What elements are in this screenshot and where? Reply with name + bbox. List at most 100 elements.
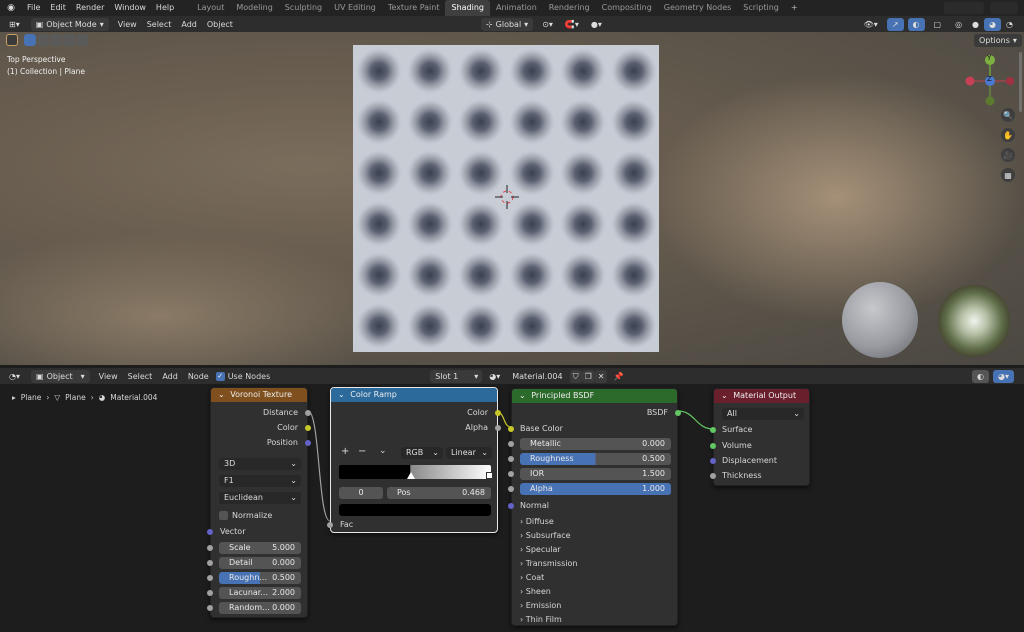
grid-perspective-icon[interactable]: ▦ bbox=[1001, 168, 1015, 182]
collapse-icon[interactable]: ⌄ bbox=[338, 390, 345, 399]
node-overlay-button[interactable]: ◐ bbox=[972, 369, 989, 383]
color-output-socket[interactable] bbox=[305, 425, 311, 431]
menu-window[interactable]: Window bbox=[109, 0, 151, 16]
alpha-output-socket[interactable] bbox=[495, 425, 501, 431]
node-menu-node[interactable]: Node bbox=[183, 372, 214, 381]
scale-input-socket[interactable] bbox=[207, 545, 213, 551]
principled-bsdf-node[interactable]: ⌄ Principled BSDF BSDF Base Color Metall… bbox=[508, 388, 681, 626]
bsdf-output-socket[interactable] bbox=[675, 410, 681, 416]
ramp-menu-button[interactable]: ⌄ bbox=[379, 446, 387, 456]
editor-type-button[interactable]: ⊞▾ bbox=[4, 17, 25, 31]
tab-rendering[interactable]: Rendering bbox=[543, 0, 596, 16]
thickness-input-socket[interactable] bbox=[710, 473, 716, 479]
shading-material-button[interactable]: ◕ bbox=[984, 17, 1002, 31]
overlay-toggle-button[interactable]: ◐ bbox=[907, 17, 925, 31]
panel-diffuse[interactable]: › Diffuse bbox=[520, 515, 577, 529]
metallic-input-socket[interactable] bbox=[508, 441, 514, 447]
select-tool-button[interactable] bbox=[6, 34, 18, 46]
material-browse-button[interactable]: ◕▾ bbox=[484, 369, 506, 383]
select-mode-invert-button[interactable] bbox=[63, 34, 75, 46]
lacunarity-input-socket[interactable] bbox=[207, 590, 213, 596]
displacement-input-socket[interactable] bbox=[710, 458, 716, 464]
detail-field[interactable]: Detail 0.000 bbox=[219, 557, 301, 569]
menu-file[interactable]: File bbox=[22, 0, 45, 16]
lacunarity-field[interactable]: Lacunar... 2.000 bbox=[219, 587, 301, 599]
stop-color-swatch[interactable] bbox=[339, 504, 491, 516]
gizmo-toggle-button[interactable]: ↗ bbox=[886, 17, 904, 31]
select-mode-intersect-button[interactable] bbox=[76, 34, 88, 46]
panel-coat[interactable]: › Coat bbox=[520, 571, 577, 585]
color-ramp-gradient[interactable] bbox=[339, 465, 491, 479]
color-ramp-node[interactable]: ⌄ Color Ramp Color Alpha + − ⌄ RGB ⌄ Line… bbox=[327, 387, 501, 533]
panel-subsurface[interactable]: › Subsurface bbox=[520, 529, 577, 543]
randomness-field[interactable]: Random... 0.000 bbox=[219, 602, 301, 614]
node-menu-select[interactable]: Select bbox=[123, 372, 158, 381]
voronoi-texture-node[interactable]: ⌄ Voronoi Texture Distance Color Positio… bbox=[207, 387, 311, 618]
node-header[interactable]: ⌄ Material Output bbox=[714, 389, 809, 403]
camera-view-icon[interactable]: 🎥 bbox=[1001, 148, 1015, 162]
tab-shading[interactable]: Shading bbox=[445, 0, 490, 16]
object-mode-dropdown[interactable]: ▣ Object Mode ▾ bbox=[30, 17, 109, 31]
roughness-field[interactable]: Roughness 0.500 bbox=[520, 453, 671, 465]
base-color-input-socket[interactable] bbox=[508, 426, 514, 432]
interpolation-dropdown[interactable]: Linear ⌄ bbox=[446, 447, 492, 459]
node-header[interactable]: ⌄ Color Ramp bbox=[331, 388, 497, 402]
ior-field[interactable]: IOR 1.500 bbox=[520, 468, 671, 480]
normal-input-socket[interactable] bbox=[508, 503, 514, 509]
metallic-field[interactable]: Metallic 0.000 bbox=[520, 438, 671, 450]
fac-input-socket[interactable] bbox=[327, 522, 333, 528]
navigation-gizmo[interactable]: Y Z bbox=[963, 54, 1017, 106]
zoom-icon[interactable]: 🔍 bbox=[1001, 108, 1015, 122]
fake-user-shield-icon[interactable]: ⛉ bbox=[569, 369, 582, 383]
tab-uv-editing[interactable]: UV Editing bbox=[328, 0, 382, 16]
panel-sheen[interactable]: › Sheen bbox=[520, 585, 577, 599]
node-header[interactable]: ⌄ Voronoi Texture bbox=[211, 388, 307, 402]
menu-render[interactable]: Render bbox=[71, 0, 109, 16]
surface-input-socket[interactable] bbox=[710, 427, 716, 433]
visibility-button[interactable]: 👁▾ bbox=[858, 17, 883, 31]
tab-modeling[interactable]: Modeling bbox=[230, 0, 278, 16]
menu-help[interactable]: Help bbox=[151, 0, 179, 16]
pin-icon[interactable]: 📌 bbox=[613, 372, 623, 381]
3d-viewport[interactable]: Top Perspective (1) Collection | Plane O… bbox=[0, 32, 1024, 365]
proportional-editing-button[interactable]: ●▾ bbox=[585, 17, 607, 31]
collapse-icon[interactable]: ⌄ bbox=[218, 390, 225, 399]
node-editor-canvas[interactable]: ▸ Plane › ▽ Plane › ◕ Material.004 ⌄ Vor… bbox=[0, 384, 1024, 632]
shading-rendered-button[interactable]: ◔ bbox=[1001, 17, 1018, 31]
stop-position-field[interactable]: Pos 0.468 bbox=[387, 487, 491, 499]
menu-edit[interactable]: Edit bbox=[45, 0, 71, 16]
tab-geometry-nodes[interactable]: Geometry Nodes bbox=[658, 0, 737, 16]
shader-type-dropdown[interactable]: ▣ Object ▾ bbox=[31, 369, 90, 383]
node-snap-button[interactable]: ◕▾ bbox=[993, 369, 1014, 383]
randomness-input-socket[interactable] bbox=[207, 605, 213, 611]
color-mode-dropdown[interactable]: RGB ⌄ bbox=[401, 447, 443, 459]
alpha-input-socket[interactable] bbox=[508, 486, 514, 492]
pivot-point-button[interactable]: ⊙▾ bbox=[537, 17, 558, 31]
view-layer-icon[interactable] bbox=[990, 2, 1018, 14]
blender-logo-icon[interactable]: ◉ bbox=[0, 3, 22, 13]
tab-compositing[interactable]: Compositing bbox=[596, 0, 658, 16]
tab-scripting[interactable]: Scripting bbox=[737, 0, 785, 16]
material-name-field[interactable]: Material.004 bbox=[507, 369, 568, 383]
use-nodes-checkbox[interactable]: ✓ Use Nodes bbox=[215, 371, 270, 381]
roughness-input-socket[interactable] bbox=[207, 575, 213, 581]
material-slot-dropdown[interactable]: Slot 1 ▾ bbox=[430, 369, 483, 383]
ior-input-socket[interactable] bbox=[508, 471, 514, 477]
dimensions-dropdown[interactable]: 3D ⌄ bbox=[219, 458, 301, 470]
viewport-menu-view[interactable]: View bbox=[113, 20, 142, 29]
scene-icon[interactable] bbox=[944, 2, 984, 14]
viewport-menu-object[interactable]: Object bbox=[202, 20, 238, 29]
add-workspace-button[interactable]: + bbox=[785, 0, 804, 16]
roughness-field[interactable]: Roughn... 0.500 bbox=[219, 572, 301, 584]
node-menu-add[interactable]: Add bbox=[157, 372, 183, 381]
transform-orientation-dropdown[interactable]: ⊹ Global ▾ bbox=[480, 17, 534, 31]
unlink-material-icon[interactable]: ✕ bbox=[594, 369, 608, 383]
distance-metric-dropdown[interactable]: Euclidean ⌄ bbox=[219, 492, 301, 504]
vector-input-socket[interactable] bbox=[207, 529, 213, 535]
options-button[interactable]: Options ▾ bbox=[974, 34, 1022, 47]
panel-transmission[interactable]: › Transmission bbox=[520, 557, 577, 571]
feature-dropdown[interactable]: F1 ⌄ bbox=[219, 475, 301, 487]
snap-button[interactable]: 🧲▾ bbox=[559, 17, 584, 31]
alpha-field[interactable]: Alpha 1.000 bbox=[520, 483, 671, 495]
normalize-checkbox[interactable]: Normalize bbox=[219, 511, 272, 520]
